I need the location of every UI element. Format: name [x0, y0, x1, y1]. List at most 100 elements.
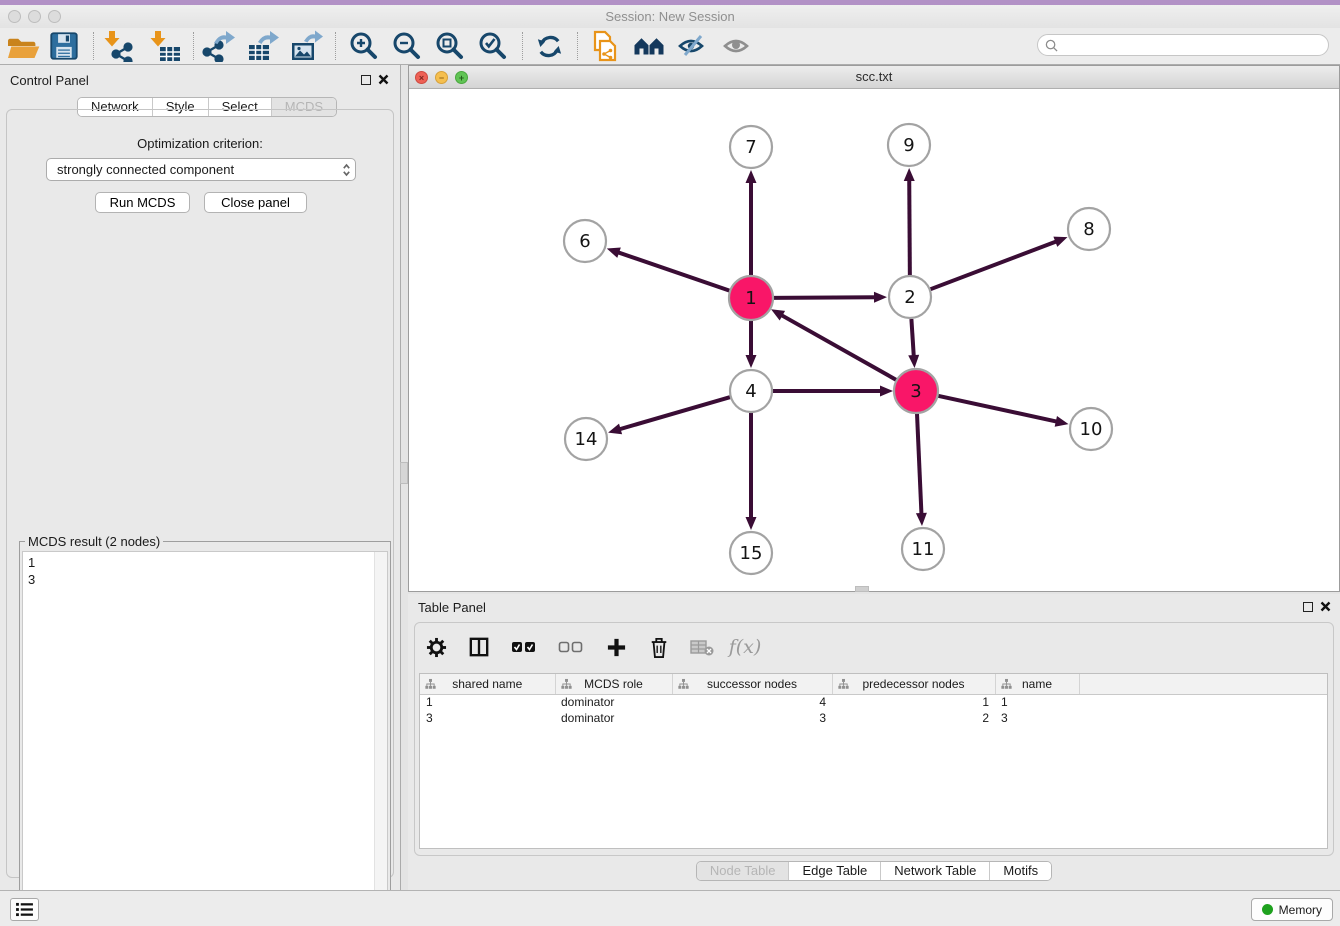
import-table-button[interactable]: [146, 29, 186, 63]
home-button[interactable]: [629, 29, 669, 63]
trash-icon: [649, 636, 669, 659]
hide-selected-button[interactable]: [672, 29, 712, 63]
table-cell[interactable]: 3: [995, 710, 1079, 726]
network-node-4[interactable]: 4: [730, 370, 772, 412]
delete-table-button[interactable]: [689, 634, 715, 660]
network-node-3[interactable]: 3: [894, 369, 938, 413]
table-cell[interactable]: dominator: [555, 710, 672, 726]
control-panel: Control Panel NetworkStyleSelectMCDS Opt…: [0, 65, 401, 890]
open-file-button[interactable]: [3, 29, 43, 63]
export-image-button[interactable]: [286, 29, 326, 63]
search-field[interactable]: [1037, 34, 1329, 56]
network-node-9[interactable]: 9: [888, 124, 930, 166]
tab-motifs[interactable]: Motifs: [989, 862, 1051, 880]
network-node-11[interactable]: 11: [902, 528, 944, 570]
table-cell[interactable]: 2: [832, 710, 995, 726]
save-session-button[interactable]: [44, 29, 84, 63]
show-column-selector-button[interactable]: [466, 634, 492, 660]
create-column-button[interactable]: [603, 634, 629, 660]
network-node-15[interactable]: 15: [730, 532, 772, 574]
network-canvas[interactable]: 7 9 6 8 1 2 4 3 14 10 15 11: [409, 89, 1339, 591]
float-table-panel-icon[interactable]: [1303, 602, 1313, 612]
float-panel-icon[interactable]: [361, 75, 371, 85]
table-row[interactable]: 3dominator323: [420, 710, 1328, 726]
zoom-out-button[interactable]: [386, 29, 426, 63]
network-edge-3-1[interactable]: [781, 315, 897, 381]
select-all-columns-button[interactable]: [509, 634, 539, 660]
column-header-label: predecessor nodes: [862, 677, 964, 691]
close-table-panel-icon[interactable]: [1320, 601, 1331, 612]
save-session-icon: [49, 31, 79, 61]
network-edge-1-6[interactable]: [617, 252, 730, 291]
table-cell[interactable]: 1: [832, 694, 995, 710]
network-edge-1-2[interactable]: [773, 297, 876, 298]
table-settings-button[interactable]: [423, 634, 449, 660]
table-cell[interactable]: 1: [420, 694, 555, 710]
network-node-14[interactable]: 14: [565, 418, 607, 460]
network-edge-3-11[interactable]: [917, 413, 922, 515]
table-cell[interactable]: 1: [995, 694, 1079, 710]
network-node-1[interactable]: 1: [729, 276, 773, 320]
zoom-in-button[interactable]: [343, 29, 383, 63]
zoom-selected-button[interactable]: [472, 29, 512, 63]
zoom-fit-button[interactable]: [429, 29, 469, 63]
search-input[interactable]: [1058, 38, 1318, 52]
column-header-predecessor-nodes[interactable]: predecessor nodes: [832, 674, 995, 694]
clone-network-button[interactable]: [585, 29, 625, 63]
network-node-2[interactable]: 2: [889, 276, 931, 318]
show-panels-button[interactable]: [10, 898, 39, 921]
table-row[interactable]: 1dominator411: [420, 694, 1328, 710]
table-cell[interactable]: 3: [672, 710, 832, 726]
panel-splitter-handle-vertical[interactable]: [400, 462, 408, 484]
table-cell[interactable]: dominator: [555, 694, 672, 710]
network-edge-2-9[interactable]: [909, 179, 910, 275]
export-network-button[interactable]: [198, 29, 238, 63]
network-node-10[interactable]: 10: [1070, 408, 1112, 450]
network-edge-2-3[interactable]: [911, 319, 913, 357]
result-scrollbar[interactable]: [374, 552, 387, 914]
network-edge-arrowhead: [608, 424, 622, 435]
memory-button[interactable]: Memory: [1251, 898, 1333, 921]
run-mcds-button[interactable]: Run MCDS: [95, 192, 190, 213]
window-zoom-button[interactable]: [48, 10, 61, 23]
network-node-6[interactable]: 6: [564, 220, 606, 262]
column-header-name[interactable]: name: [995, 674, 1079, 694]
table-cell[interactable]: 4: [672, 694, 832, 710]
panel-splitter-handle-horizontal[interactable]: [855, 586, 869, 592]
mcds-result-area[interactable]: 1 3: [22, 551, 388, 915]
tab-network-table[interactable]: Network Table: [880, 862, 989, 880]
window-close-button[interactable]: [8, 10, 21, 23]
network-edge-3-10[interactable]: [937, 396, 1057, 422]
close-panel-button[interactable]: Close panel: [204, 192, 307, 213]
svg-text:2: 2: [904, 287, 915, 308]
table-cell[interactable]: 3: [420, 710, 555, 726]
network-node-7[interactable]: 7: [730, 126, 772, 168]
network-edge-arrowhead: [916, 513, 927, 526]
network-maximize-button[interactable]: +: [455, 71, 468, 84]
network-minimize-button[interactable]: −: [435, 71, 448, 84]
list-icon: [15, 902, 34, 917]
table-cell-filler: [1079, 710, 1328, 726]
delete-columns-button[interactable]: [646, 634, 672, 660]
tab-edge-table[interactable]: Edge Table: [788, 862, 880, 880]
column-header-shared-name[interactable]: shared name: [420, 674, 555, 694]
refresh-button[interactable]: [529, 29, 569, 63]
memory-button-label: Memory: [1279, 903, 1322, 917]
criterion-select[interactable]: strongly connected component: [46, 158, 356, 181]
tab-node-table[interactable]: Node Table: [697, 862, 789, 880]
show-all-button[interactable]: [717, 29, 757, 63]
network-node-8[interactable]: 8: [1068, 208, 1110, 250]
import-table-icon: [150, 30, 182, 62]
deselect-all-columns-button[interactable]: [556, 634, 586, 660]
export-table-button[interactable]: [242, 29, 282, 63]
network-close-button[interactable]: ×: [415, 71, 428, 84]
network-edge-4-14[interactable]: [619, 397, 730, 429]
window-minimize-button[interactable]: [28, 10, 41, 23]
column-header-successor-nodes[interactable]: successor nodes: [672, 674, 832, 694]
network-edge-2-8[interactable]: [931, 241, 1058, 289]
column-header-mcds-role[interactable]: MCDS role: [555, 674, 672, 694]
network-edge-arrowhead: [880, 386, 893, 397]
import-network-button[interactable]: [100, 29, 140, 63]
close-panel-icon[interactable]: [378, 74, 389, 85]
function-builder-button[interactable]: f(x): [732, 634, 758, 660]
